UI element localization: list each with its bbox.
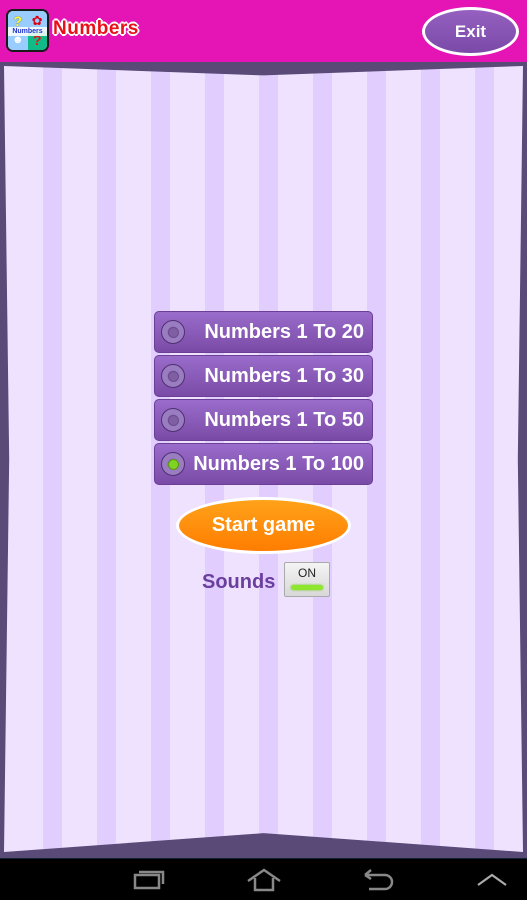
radio-icon[interactable] bbox=[161, 320, 185, 344]
toggle-state-text: ON bbox=[298, 566, 316, 580]
option-1-to-20[interactable]: Numbers 1 To 20 bbox=[154, 311, 373, 353]
radio-checked-icon[interactable] bbox=[161, 452, 185, 476]
app-logo-icon: ? ✿ ☻ ? Numbers bbox=[6, 9, 49, 52]
chevron-up-icon[interactable] bbox=[472, 867, 512, 893]
option-label: Numbers 1 To 30 bbox=[204, 365, 364, 387]
option-1-to-50[interactable]: Numbers 1 To 50 bbox=[154, 399, 373, 441]
start-game-button[interactable]: Start game bbox=[176, 497, 351, 554]
back-icon[interactable] bbox=[357, 867, 397, 893]
sounds-toggle[interactable]: ON bbox=[284, 562, 330, 597]
app-header: ? ✿ ☻ ? Numbers Numbers Exit bbox=[0, 0, 527, 62]
app-title: Numbers bbox=[53, 18, 139, 39]
recent-apps-icon[interactable] bbox=[130, 867, 170, 893]
exit-button[interactable]: Exit bbox=[422, 7, 519, 56]
app-logo-label: Numbers bbox=[8, 27, 47, 36]
option-label: Numbers 1 To 100 bbox=[193, 453, 364, 475]
option-label: Numbers 1 To 50 bbox=[204, 409, 364, 431]
sounds-label: Sounds bbox=[202, 571, 276, 593]
radio-icon[interactable] bbox=[161, 408, 185, 432]
option-label: Numbers 1 To 20 bbox=[204, 321, 364, 343]
option-1-to-30[interactable]: Numbers 1 To 30 bbox=[154, 355, 373, 397]
home-icon[interactable] bbox=[244, 867, 284, 893]
radio-icon[interactable] bbox=[161, 364, 185, 388]
range-options: Numbers 1 To 20 Numbers 1 To 30 Numbers … bbox=[154, 311, 373, 487]
toggle-indicator bbox=[291, 585, 323, 590]
option-1-to-100[interactable]: Numbers 1 To 100 bbox=[154, 443, 373, 485]
system-nav-bar bbox=[0, 858, 527, 900]
